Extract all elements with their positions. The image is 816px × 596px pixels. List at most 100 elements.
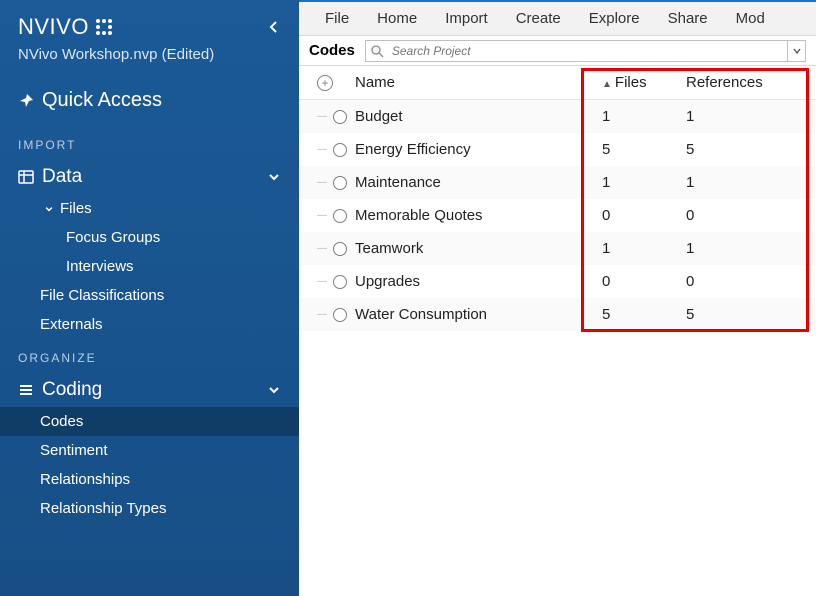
nav-sentiment-label: Sentiment [40, 442, 108, 459]
nav-codes[interactable]: Codes [0, 407, 299, 436]
table-row[interactable]: —Memorable Quotes00 [299, 199, 816, 232]
nav-file-classifications[interactable]: File Classifications [0, 281, 299, 310]
nav-interviews-label: Interviews [66, 258, 134, 275]
tree-connector-icon: — [317, 309, 327, 320]
code-name: Memorable Quotes [351, 207, 602, 224]
search-dropdown-button[interactable] [787, 41, 805, 61]
tab-home[interactable]: Home [377, 10, 417, 27]
brand-text: NVIVO [18, 14, 89, 40]
table-row[interactable]: —Energy Efficiency55 [299, 133, 816, 166]
data-icon [18, 169, 34, 185]
code-name: Budget [351, 108, 602, 125]
quick-access-button[interactable]: Quick Access [0, 79, 299, 126]
code-refs-count: 1 [686, 174, 816, 191]
tree-connector-icon: — [317, 276, 327, 287]
code-name: Water Consumption [351, 306, 602, 323]
chevron-down-icon [267, 383, 281, 397]
sidebar: NVIVO NVivo Workshop.nvp (Edited) Quick … [0, 0, 299, 596]
code-files-count: 0 [602, 273, 686, 290]
table-row[interactable]: —Budget11 [299, 100, 816, 133]
nav-coding-label: Coding [42, 379, 102, 401]
col-refs-header[interactable]: References [686, 74, 816, 91]
code-node-icon [333, 275, 347, 289]
code-files-count: 1 [602, 108, 686, 125]
tree-connector-icon: — [317, 210, 327, 221]
project-name: NVivo Workshop.nvp (Edited) [0, 46, 299, 79]
code-files-count: 5 [602, 141, 686, 158]
brand-dots-icon [95, 18, 113, 36]
code-refs-count: 1 [686, 240, 816, 257]
add-code-button[interactable]: + [317, 75, 333, 91]
code-node-icon [333, 176, 347, 190]
tab-file[interactable]: File [325, 10, 349, 27]
col-files-header[interactable]: ▲Files [602, 74, 686, 91]
tab-explore[interactable]: Explore [589, 10, 640, 27]
quick-access-label: Quick Access [42, 89, 162, 112]
nav-files-label: Files [60, 200, 92, 217]
collapse-sidebar-icon[interactable] [267, 20, 281, 34]
nav-externals-label: Externals [40, 316, 103, 333]
tab-create[interactable]: Create [516, 10, 561, 27]
code-node-icon [333, 110, 347, 124]
code-files-count: 5 [602, 306, 686, 323]
coding-icon [18, 382, 34, 398]
code-node-icon [333, 143, 347, 157]
code-refs-count: 1 [686, 108, 816, 125]
tab-share[interactable]: Share [668, 10, 708, 27]
ribbon-tabs: File Home Import Create Explore Share Mo… [299, 2, 816, 36]
code-refs-count: 5 [686, 306, 816, 323]
grid-header: + Name ▲Files References [299, 66, 816, 100]
nav-data-label: Data [42, 166, 82, 188]
code-files-count: 1 [602, 174, 686, 191]
tree-connector-icon: — [317, 243, 327, 254]
code-node-icon [333, 242, 347, 256]
nav-focus-groups[interactable]: Focus Groups [0, 223, 299, 252]
code-name: Maintenance [351, 174, 602, 191]
chevron-down-icon [44, 204, 54, 214]
chevron-down-icon [792, 46, 802, 56]
tree-connector-icon: — [317, 144, 327, 155]
code-node-icon [333, 209, 347, 223]
nav-sentiment[interactable]: Sentiment [0, 436, 299, 465]
nav-relationships-label: Relationships [40, 471, 130, 488]
code-name: Teamwork [351, 240, 602, 257]
table-row[interactable]: —Upgrades00 [299, 265, 816, 298]
nav-codes-label: Codes [40, 413, 83, 430]
nav-relationships[interactable]: Relationships [0, 465, 299, 494]
search-input[interactable] [388, 44, 787, 58]
table-row[interactable]: —Teamwork11 [299, 232, 816, 265]
nav-externals[interactable]: Externals [0, 310, 299, 339]
nav-file-classifications-label: File Classifications [40, 287, 164, 304]
code-files-count: 0 [602, 207, 686, 224]
tree-connector-icon: — [317, 177, 327, 188]
tree-connector-icon: — [317, 111, 327, 122]
table-row[interactable]: —Maintenance11 [299, 166, 816, 199]
col-name-header[interactable]: Name [351, 74, 602, 91]
code-name: Energy Efficiency [351, 141, 602, 158]
nav-files[interactable]: Files [0, 194, 299, 223]
section-import-label: IMPORT [0, 126, 299, 160]
nav-relationship-types-label: Relationship Types [40, 500, 166, 517]
code-refs-count: 0 [686, 207, 816, 224]
nav-interviews[interactable]: Interviews [0, 252, 299, 281]
code-refs-count: 0 [686, 273, 816, 290]
code-node-icon [333, 308, 347, 322]
code-files-count: 1 [602, 240, 686, 257]
tab-more[interactable]: Mod [736, 10, 765, 27]
main-panel: File Home Import Create Explore Share Mo… [299, 0, 816, 596]
nav-relationship-types[interactable]: Relationship Types [0, 494, 299, 523]
section-organize-label: ORGANIZE [0, 339, 299, 373]
search-box[interactable] [365, 40, 806, 62]
table-row[interactable]: —Water Consumption55 [299, 298, 816, 331]
sort-asc-icon: ▲ [602, 79, 612, 90]
nav-coding[interactable]: Coding [0, 373, 299, 407]
code-name: Upgrades [351, 273, 602, 290]
chevron-down-icon [267, 170, 281, 184]
app-brand: NVIVO [18, 14, 113, 40]
codes-grid: + Name ▲Files References —Budget11—Energ… [299, 66, 816, 596]
nav-focus-groups-label: Focus Groups [66, 229, 160, 246]
nav-data[interactable]: Data [0, 160, 299, 194]
col-name-label: Name [355, 74, 395, 91]
tab-import[interactable]: Import [445, 10, 488, 27]
col-files-label: Files [615, 74, 647, 91]
